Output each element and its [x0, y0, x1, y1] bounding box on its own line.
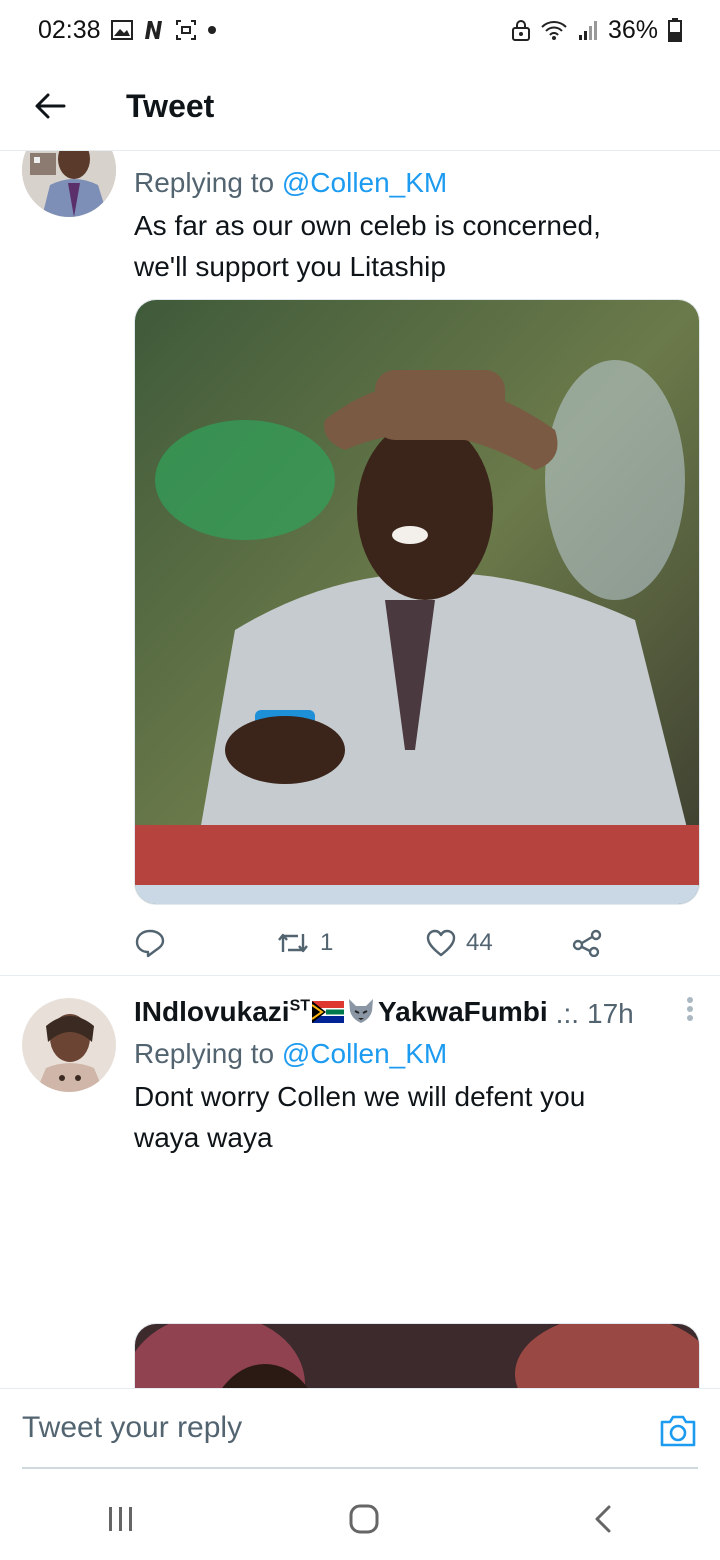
tweet-reply-1[interactable]: Replying to @Collen_KM As far as our own… — [0, 151, 720, 976]
wolf-icon — [346, 997, 376, 1032]
status-time: 02:38 — [38, 15, 101, 44]
signal-icon — [578, 19, 598, 41]
tweet-media-image[interactable] — [134, 1323, 700, 1388]
app-bar: Tweet — [0, 62, 720, 151]
display-name-super: ST — [289, 998, 311, 1016]
tweet-feed[interactable]: Replying to @Collen_KM As far as our own… — [0, 151, 720, 1388]
heart-icon — [426, 929, 456, 957]
retweet-icon — [278, 933, 308, 953]
reply-input[interactable]: Tweet your reply — [22, 1411, 242, 1445]
replying-to: Replying to @Collen_KM — [134, 1034, 700, 1074]
display-name-part: INdlovukazi — [134, 996, 290, 1028]
screenshot-icon — [175, 19, 197, 41]
tweet-text: Dont worry Collen we will defent you way… — [134, 1076, 700, 1158]
tweet-body: INdlovukaziST YakwaFumbi .:. 17h Replyin… — [134, 994, 700, 1158]
tweet-time: 17h — [587, 998, 634, 1029]
wifi-icon — [540, 19, 568, 41]
share-icon — [572, 929, 602, 957]
replying-prefix: Replying to — [134, 167, 282, 198]
netflix-n-icon — [143, 19, 165, 41]
page-title: Tweet — [126, 87, 215, 124]
name-suffix: .:. — [555, 998, 580, 1029]
replying-handle-link[interactable]: @Collen_KM — [282, 167, 447, 198]
reply-button[interactable] — [134, 928, 166, 958]
chevron-left-icon — [595, 1505, 611, 1532]
battery-icon — [668, 18, 682, 42]
replying-to: Replying to @Collen_KM — [134, 163, 700, 203]
reply-icon — [135, 929, 165, 958]
dot-icon — [207, 25, 217, 35]
tweet-reply-2[interactable]: INdlovukaziST YakwaFumbi .:. 17h Replyin… — [0, 976, 720, 1388]
camera-button[interactable] — [658, 1413, 698, 1453]
replying-prefix: Replying to — [134, 1038, 282, 1069]
tweet-header: INdlovukaziST YakwaFumbi .:. 17h — [134, 994, 700, 1034]
reply-bar: Tweet your reply — [0, 1388, 720, 1481]
camera-icon — [660, 1415, 696, 1447]
tweet-media-image[interactable] — [134, 299, 700, 905]
like-count: 44 — [466, 929, 493, 956]
tweet-text-line: Dont worry Collen we will defent you — [134, 1081, 586, 1112]
recent-apps-button[interactable] — [106, 1505, 136, 1538]
display-name[interactable]: INdlovukaziST YakwaFumbi — [134, 996, 548, 1031]
retweet-button[interactable]: 1 — [276, 929, 333, 957]
retweet-count: 1 — [320, 929, 334, 956]
home-button[interactable] — [348, 1503, 380, 1540]
tweet-text: As far as our own celeb is concerned, we… — [134, 205, 700, 287]
share-button[interactable] — [572, 929, 602, 957]
tweet-body: Replying to @Collen_KM As far as our own… — [134, 163, 700, 287]
lock-icon — [511, 19, 530, 41]
status-bar: 02:38 36% — [0, 0, 720, 60]
like-button[interactable]: 44 — [426, 929, 493, 957]
back-button[interactable] — [20, 76, 80, 136]
tweet-text-line: we'll support you Litaship — [134, 251, 446, 282]
status-left: 02:38 — [38, 16, 217, 45]
tweet-text-line: As far as our own celeb is concerned, — [134, 210, 601, 241]
avatar[interactable] — [22, 998, 116, 1092]
battery-percent: 36% — [607, 15, 658, 44]
tweet-text-line: waya waya — [134, 1122, 273, 1153]
display-name-part: YakwaFumbi — [378, 996, 548, 1028]
system-nav-bar — [0, 1482, 720, 1560]
more-vertical-icon — [687, 997, 693, 1021]
south-africa-flag-icon — [311, 998, 345, 1030]
system-back-button[interactable] — [592, 1504, 614, 1539]
home-icon — [349, 1504, 379, 1533]
gallery-icon — [110, 20, 133, 40]
more-options-button[interactable] — [686, 996, 694, 1029]
status-right: 36% — [511, 15, 682, 45]
arrow-left-icon — [35, 93, 66, 119]
recent-apps-icon — [109, 1506, 132, 1531]
avatar[interactable] — [22, 151, 116, 217]
tweet-actions: 1 44 — [134, 923, 614, 963]
reply-input-underline — [22, 1467, 698, 1469]
replying-handle-link[interactable]: @Collen_KM — [282, 1038, 447, 1069]
